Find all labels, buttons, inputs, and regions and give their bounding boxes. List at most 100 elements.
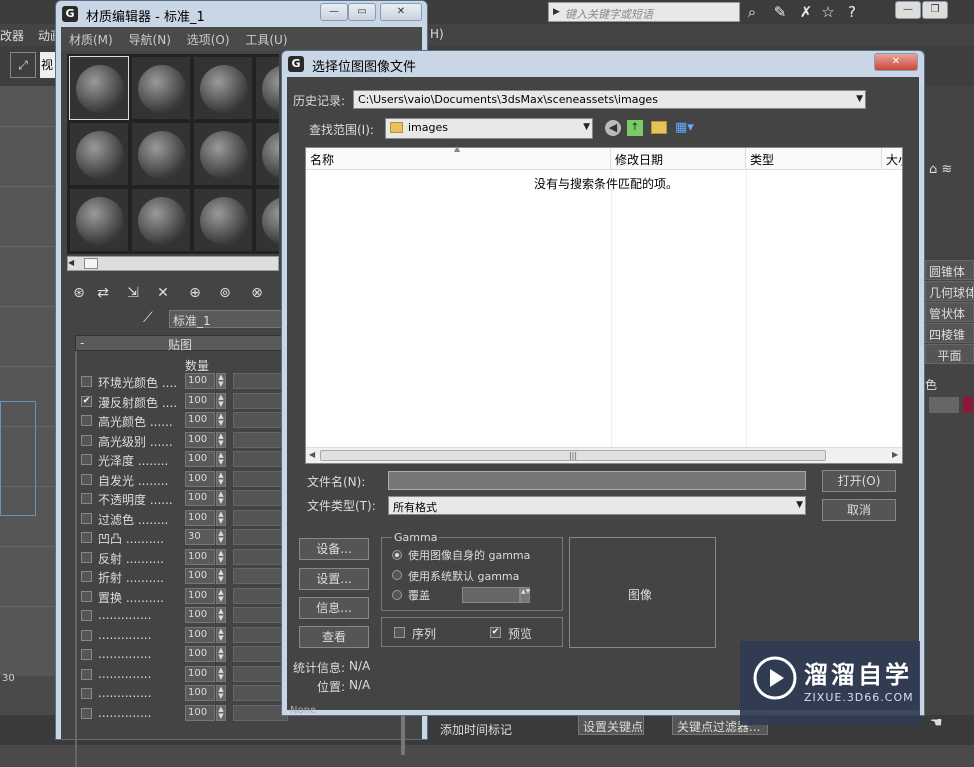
file-type-dropdown[interactable]: 所有格式 ▼ [388, 496, 806, 515]
map-amount-field[interactable]: 100 [185, 587, 215, 604]
map-amount-field[interactable]: 100 [185, 490, 215, 506]
object-name-field[interactable] [929, 397, 959, 413]
sample-slot[interactable] [193, 188, 253, 252]
slots-scrollbar[interactable]: ◀ [67, 256, 279, 271]
map-enable-checkbox[interactable] [81, 434, 92, 446]
map-amount-spinner[interactable]: ▲ ▼ [216, 431, 226, 448]
map-amount-spinner[interactable]: ▲ ▼ [216, 568, 226, 584]
file-name-input[interactable] [388, 471, 806, 490]
back-icon[interactable]: ◀ [605, 120, 621, 136]
map-amount-spinner[interactable]: ▲ ▼ [216, 548, 226, 565]
map-enable-checkbox[interactable] [81, 649, 92, 660]
map-button[interactable] [233, 529, 288, 545]
rollout-collapse-icon[interactable]: - [80, 336, 84, 350]
map-button[interactable] [233, 451, 288, 467]
map-amount-field[interactable]: 100 [185, 568, 215, 584]
scroll-thumb[interactable] [84, 258, 98, 269]
map-button[interactable] [233, 626, 288, 643]
open-button[interactable]: 打开(O) [822, 470, 896, 492]
map-amount-spinner[interactable]: ▲ ▼ [216, 626, 226, 643]
new-folder-icon[interactable] [651, 121, 667, 134]
help-icon[interactable]: ? [842, 2, 862, 22]
map-amount-field[interactable]: 100 [185, 548, 215, 565]
map-enable-checkbox[interactable] [81, 512, 92, 524]
column-name[interactable]: 名称 ▲ [306, 144, 611, 170]
sample-slot[interactable] [255, 188, 279, 252]
app-restore-button[interactable]: ❐ [922, 1, 948, 19]
column-size[interactable]: 大小 [882, 148, 902, 170]
map-enable-checkbox[interactable] [81, 610, 92, 621]
menu-navigation[interactable]: 导航(N) [129, 33, 171, 47]
up-folder-icon[interactable]: ↑ [627, 120, 643, 136]
material-editor-maximize-button[interactable]: ▭ [348, 3, 376, 21]
map-amount-spinner[interactable]: ▲ ▼ [216, 392, 226, 409]
make-unique-icon[interactable]: ⊕ [185, 283, 205, 303]
map-enable-checkbox[interactable] [81, 629, 92, 641]
binoculars-icon[interactable]: ⌕ [742, 2, 762, 22]
map-enable-checkbox[interactable] [81, 454, 92, 465]
map-button[interactable] [233, 392, 288, 409]
map-enable-checkbox[interactable] [81, 590, 92, 602]
sample-slot[interactable] [69, 188, 129, 252]
map-amount-spinner[interactable]: ▲ ▼ [216, 490, 226, 506]
map-button[interactable] [233, 587, 288, 604]
gamma-radio-image[interactable] [392, 550, 402, 560]
eyedropper-icon[interactable]: ⟋ [143, 310, 153, 326]
menu-utilities[interactable]: 工具(U) [245, 33, 287, 47]
map-amount-field[interactable]: 100 [185, 431, 215, 448]
object-color-swatch[interactable] [963, 397, 973, 413]
map-button[interactable] [233, 704, 288, 721]
panel-icon-row[interactable]: ⌂ ≋ [929, 162, 952, 177]
object-type-button-pyramid[interactable]: 四棱锥 [925, 323, 974, 343]
map-amount-spinner[interactable]: ▲ ▼ [216, 470, 226, 487]
sample-slot[interactable] [255, 56, 279, 120]
map-button[interactable] [233, 646, 288, 662]
map-amount-spinner[interactable]: ▲ ▼ [216, 412, 226, 428]
assign-material-icon[interactable]: ⇲ [123, 283, 143, 303]
set-key-button[interactable]: 设置关键点 [578, 715, 644, 735]
map-enable-checkbox[interactable] [81, 532, 92, 543]
map-button[interactable] [233, 509, 288, 526]
scroll-thumb[interactable]: ||| [320, 450, 826, 461]
preview-checkbox[interactable]: ✔ [490, 627, 501, 638]
material-editor-close-button[interactable]: ✕ [380, 3, 422, 21]
menu-material[interactable]: 材质(M) [69, 33, 113, 47]
map-enable-checkbox[interactable] [81, 668, 92, 680]
map-button[interactable] [233, 490, 288, 506]
map-amount-field[interactable]: 100 [185, 392, 215, 409]
map-amount-spinner[interactable]: ▲ ▼ [216, 373, 226, 389]
history-dropdown[interactable]: C:\Users\vaio\Documents\3dsMax\sceneasse… [353, 90, 866, 109]
reset-map-icon[interactable]: ✕ [153, 283, 173, 303]
map-button[interactable] [233, 431, 288, 448]
setup-button[interactable]: 设置... [299, 568, 369, 590]
map-button[interactable] [233, 548, 288, 565]
dialog-close-button[interactable]: ✕ [874, 53, 918, 71]
map-button[interactable] [233, 470, 288, 487]
sample-slot[interactable] [193, 122, 253, 186]
map-amount-field[interactable]: 100 [185, 704, 215, 721]
material-editor-minimize-button[interactable]: — [320, 3, 348, 21]
menu-options[interactable]: 选项(O) [187, 33, 230, 47]
scroll-left-icon[interactable]: ◀ [309, 450, 315, 459]
app-minimize-button[interactable]: — [895, 1, 921, 19]
map-amount-spinner[interactable]: ▲ ▼ [216, 685, 226, 701]
map-amount-field[interactable]: 100 [185, 685, 215, 701]
map-amount-spinner[interactable]: ▲ ▼ [216, 509, 226, 526]
map-amount-field[interactable]: 100 [185, 509, 215, 526]
pin-icon[interactable]: ✗ [796, 2, 816, 22]
sequence-checkbox[interactable] [394, 627, 405, 638]
material-id-icon[interactable]: ⊗ [247, 283, 267, 303]
map-amount-spinner[interactable]: ▲ ▼ [216, 451, 226, 467]
object-type-button-plane[interactable]: 平面 [925, 344, 974, 364]
select-scale-icon[interactable]: ⤢ [10, 52, 36, 78]
sample-slot[interactable] [131, 188, 191, 252]
map-amount-field[interactable]: 100 [185, 412, 215, 428]
map-enable-checkbox[interactable] [81, 551, 92, 563]
map-amount-field[interactable]: 30 [185, 529, 215, 545]
map-amount-field[interactable]: 100 [185, 607, 215, 623]
dialog-titlebar[interactable]: G 选择位图图像文件 ✕ [282, 51, 924, 77]
viewport-select[interactable]: 视 [40, 52, 56, 78]
maps-rollout-header[interactable]: - 贴图 [75, 335, 285, 352]
cancel-button[interactable]: 取消 [822, 499, 896, 521]
info-button[interactable]: 信息... [299, 597, 369, 619]
